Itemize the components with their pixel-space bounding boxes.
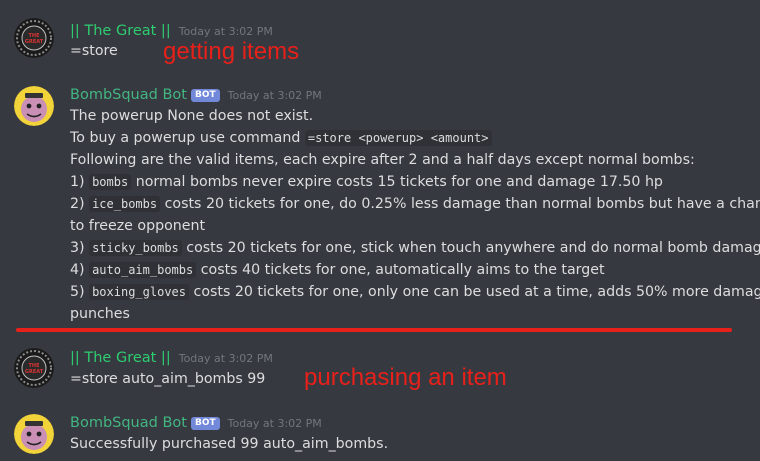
the-great-avatar-icon[interactable]: THE GREAT [14, 18, 54, 58]
username[interactable]: || The Great || [70, 23, 171, 39]
item-desc: costs 20 tickets for one, only one can b… [193, 284, 760, 300]
item-number: 5) [70, 284, 85, 300]
item-number: 3) [70, 240, 85, 256]
message-line: Following are the valid items, each expi… [70, 152, 695, 168]
timestamp: Today at 3:02 PM [227, 89, 322, 102]
timestamp: Today at 3:02 PM [178, 352, 273, 365]
item-desc: normal bombs never expire costs 15 ticke… [135, 174, 663, 190]
bombsquad-bot-avatar-icon[interactable] [14, 86, 54, 126]
message-text: Successfully purchased 99 auto_aim_bombs… [70, 436, 389, 452]
message-line: The powerup None does not exist. [70, 108, 314, 124]
item-code: ice_bombs [89, 196, 161, 212]
item-code: boxing_gloves [89, 284, 189, 300]
timestamp: Today at 3:02 PM [178, 25, 273, 38]
timestamp: Today at 3:02 PM [227, 417, 322, 430]
message-line: To buy a powerup use command =store <pow… [70, 127, 492, 149]
bot-badge: BOT [190, 89, 220, 102]
item-number: 4) [70, 262, 85, 278]
item-code: auto_aim_bombs [89, 262, 197, 278]
store-item-line: 1) bombs normal bombs never expire costs… [70, 171, 663, 193]
item-number: 1) [70, 174, 85, 190]
annotation-purchasing-an-item: purchasing an item [304, 364, 507, 391]
store-item-line: 2) ice_bombs costs 20 tickets for one, d… [70, 193, 760, 215]
item-code: sticky_bombs [89, 240, 182, 256]
bombsquad-bot-avatar-icon[interactable] [14, 414, 54, 454]
red-divider-annotation [16, 328, 732, 332]
store-item-line: 3) sticky_bombs costs 20 tickets for one… [70, 237, 760, 259]
message-text: =store auto_aim_bombs 99 [70, 371, 266, 387]
item-number: 2) [70, 196, 85, 212]
annotation-getting-items: getting items [163, 38, 300, 65]
store-item-line: 5) boxing_gloves costs 20 tickets for on… [70, 281, 760, 303]
username[interactable]: BombSquad Bot [70, 415, 187, 431]
store-item-line-continued: punches [70, 306, 130, 322]
store-item-line-continued: to freeze opponent [70, 218, 206, 234]
avatar-text-line2: GREAT [25, 39, 44, 45]
item-desc: costs 20 tickets for one, stick when tou… [186, 240, 760, 256]
store-item-line: 4) auto_aim_bombs costs 40 tickets for o… [70, 259, 605, 281]
bot-badge: BOT [190, 417, 220, 430]
message-text: =store [70, 43, 118, 59]
message-text: To buy a powerup use command [70, 130, 301, 146]
item-code: bombs [89, 174, 132, 190]
item-desc: costs 40 tickets for one, automatically … [200, 262, 605, 278]
the-great-avatar-icon[interactable]: THE GREAT [14, 348, 54, 388]
username[interactable]: BombSquad Bot [70, 87, 187, 103]
avatar-text-line2: GREAT [25, 369, 44, 375]
inline-code: =store <powerup> <amount> [304, 130, 492, 146]
username[interactable]: || The Great || [70, 350, 171, 366]
item-desc: costs 20 tickets for one, do 0.25% less … [164, 196, 760, 212]
